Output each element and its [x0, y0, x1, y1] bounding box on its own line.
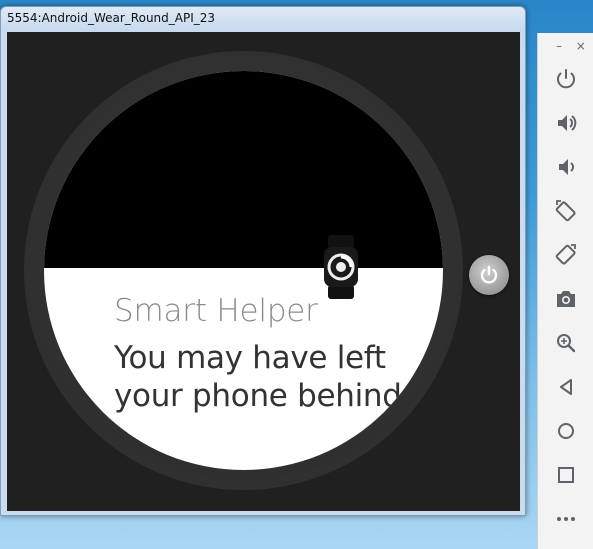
window-title: 5554:Android_Wear_Round_API_23 [7, 11, 216, 25]
screenshot-button[interactable] [554, 287, 578, 311]
camera-icon [557, 291, 575, 307]
back-button[interactable] [554, 375, 578, 399]
emulator-toolbar: – × [537, 33, 593, 549]
power-icon [480, 265, 498, 284]
notification-body-line-1: You may have left [114, 340, 386, 376]
zoom-icon [557, 334, 576, 353]
rotate-right-button[interactable] [554, 243, 578, 267]
emulator-screen[interactable]: Smart Helper You may have left your phon… [7, 32, 520, 511]
rotate-right-icon [555, 244, 576, 265]
toolbar-window-controls: – × [550, 39, 590, 53]
notification-body: You may have left your phone behind. [114, 339, 434, 415]
rotate-left-icon [555, 200, 576, 222]
emulator-window: 5554:Android_Wear_Round_API_23 Smart Hel… [0, 6, 526, 516]
watch-bezel: Smart Helper You may have left your phon… [24, 51, 463, 490]
power-button[interactable] [554, 67, 578, 91]
minimize-button[interactable]: – [550, 39, 568, 53]
power-icon [557, 69, 575, 89]
home-button[interactable] [554, 419, 578, 443]
more-button[interactable] [554, 507, 578, 531]
zoom-button[interactable] [554, 331, 578, 355]
volume-up-button[interactable] [554, 111, 578, 135]
notification-header-background [44, 71, 443, 268]
volume-up-icon [558, 115, 577, 131]
home-icon [558, 423, 574, 439]
overview-button[interactable] [554, 463, 578, 487]
watch-face[interactable]: Smart Helper You may have left your phon… [44, 71, 443, 470]
close-button[interactable]: × [572, 39, 590, 53]
window-titlebar[interactable]: 5554:Android_Wear_Round_API_23 [1, 7, 525, 31]
rotate-left-button[interactable] [554, 199, 578, 223]
volume-down-button[interactable] [554, 155, 578, 179]
more-icon [557, 517, 575, 521]
back-icon [560, 379, 572, 395]
watch-icon [322, 235, 360, 299]
volume-down-icon [559, 159, 574, 175]
overview-icon [558, 467, 574, 483]
watch-power-button[interactable] [469, 255, 509, 295]
notification-body-line-2: your phone behind. [114, 378, 412, 414]
notification-title: Smart Helper [114, 293, 318, 329]
